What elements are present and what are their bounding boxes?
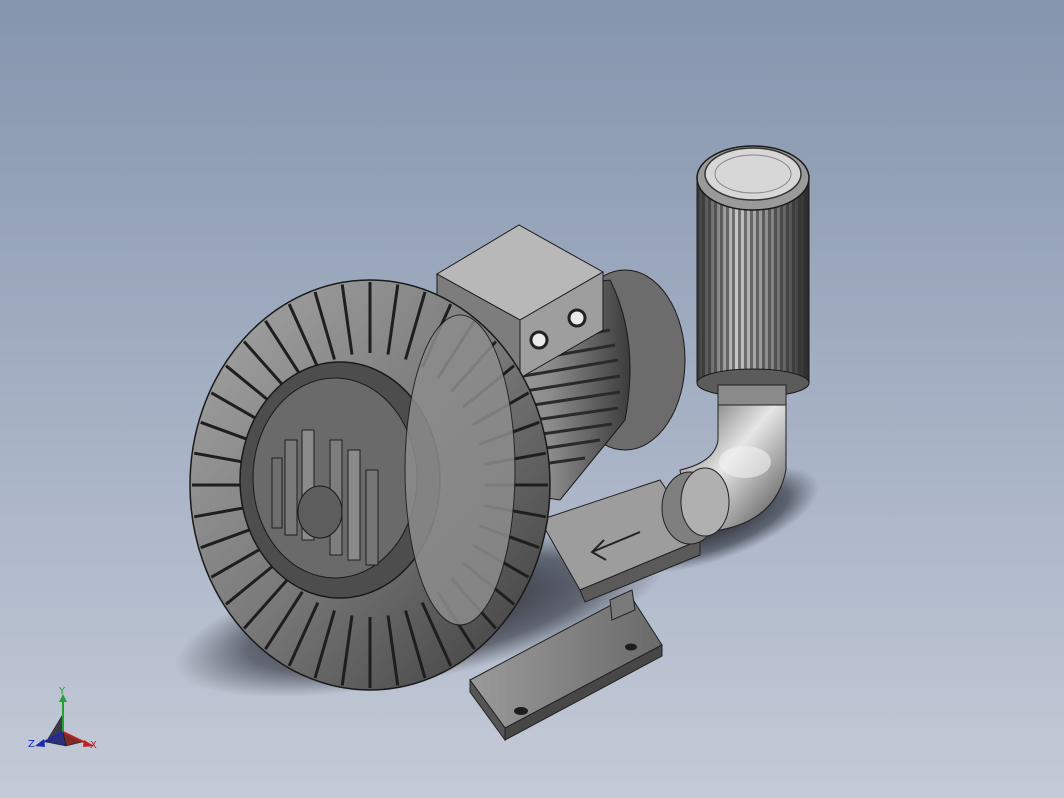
axis-label-x: X — [90, 740, 97, 751]
model-canvas[interactable] — [0, 0, 1064, 798]
filter-cap — [704, 147, 802, 201]
mount-hole-back — [625, 643, 637, 651]
axis-label-y: Y — [59, 686, 66, 697]
cable-gland-right — [567, 308, 587, 328]
mount-hole-front — [514, 707, 528, 715]
cable-gland-left — [529, 330, 549, 350]
axis-label-z: Z — [28, 739, 35, 750]
graphics-viewport[interactable]: Y Z X — [0, 0, 1064, 798]
view-orientation-triad[interactable]: Y Z X — [26, 684, 106, 756]
z-axis-arrow — [35, 739, 45, 747]
filter-cartridge[interactable] — [696, 145, 810, 398]
hub-cap — [297, 485, 343, 539]
